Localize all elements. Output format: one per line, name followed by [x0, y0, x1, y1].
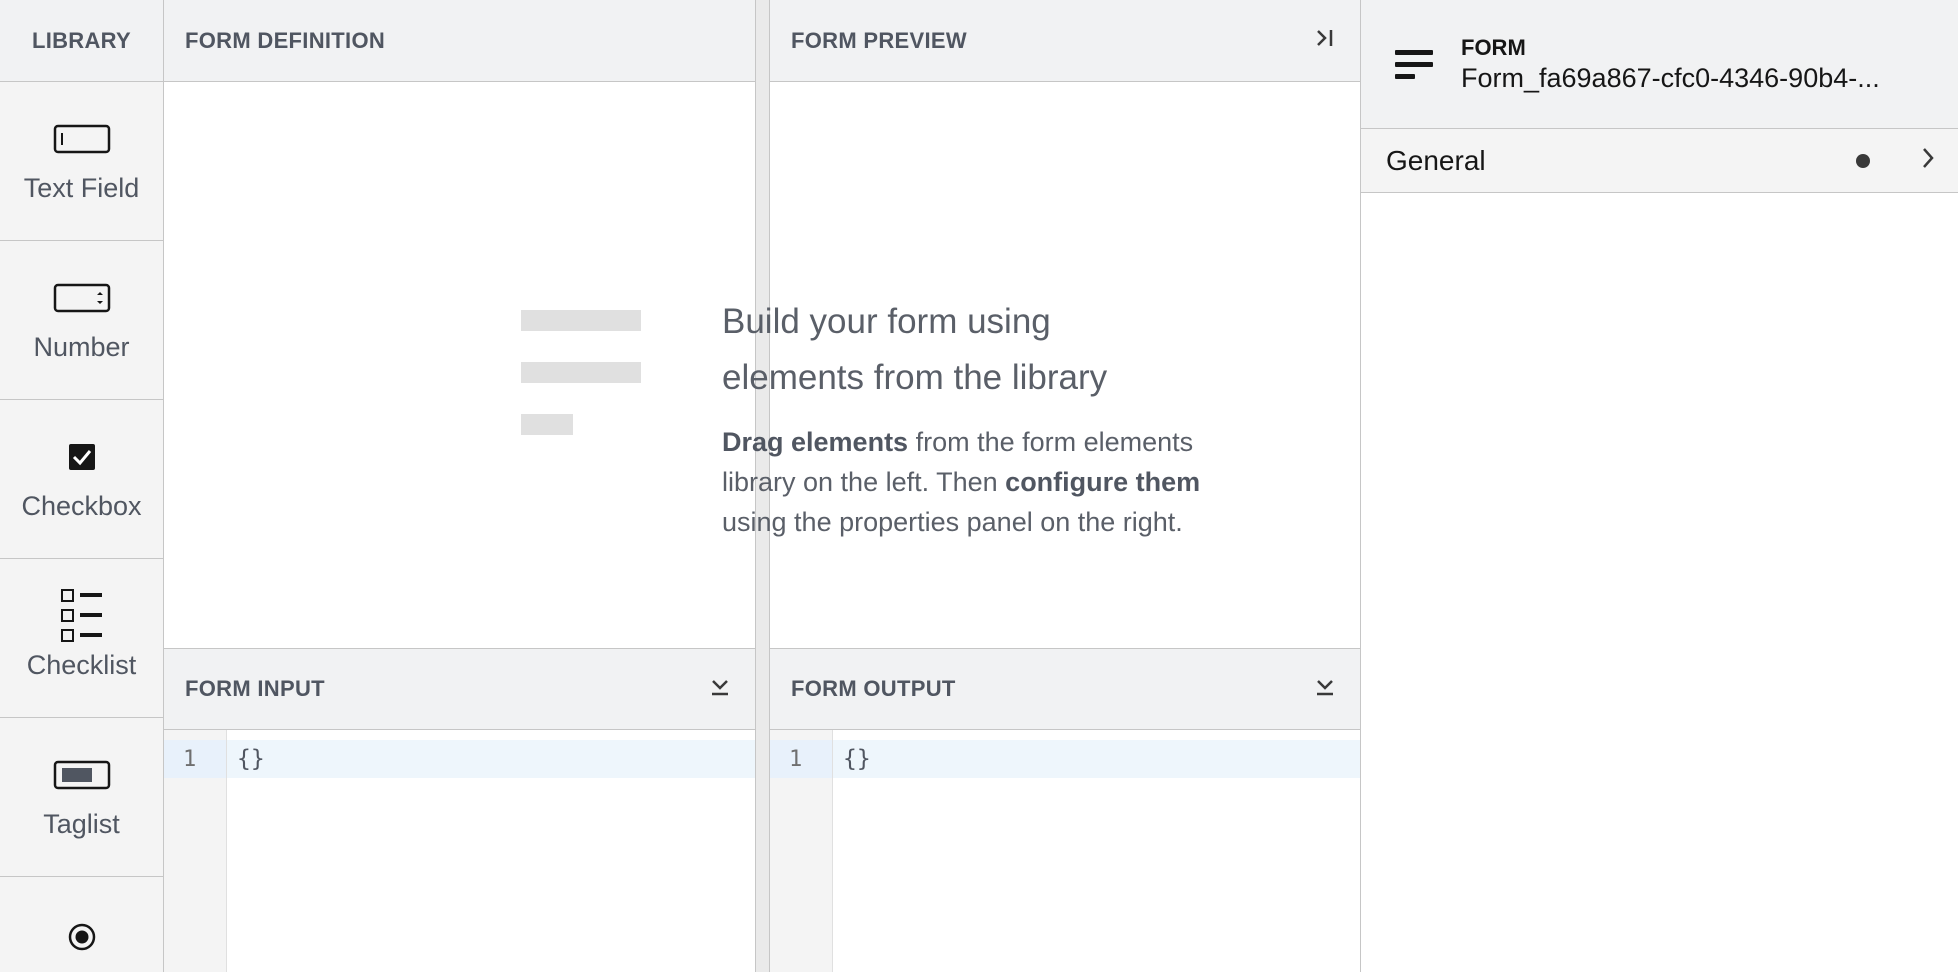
empty-state-text: using the properties panel on the right.	[722, 507, 1183, 537]
properties-header: FORM Form_fa69a867-cfc0-4346-90b4-...	[1361, 0, 1958, 129]
line-number: 1	[770, 740, 832, 778]
checkbox-icon	[68, 437, 96, 477]
library-item-label: Checklist	[26, 649, 137, 680]
library-item-taglist[interactable]: Taglist	[0, 718, 163, 877]
group-label: General	[1386, 144, 1486, 176]
properties-element-type: FORM	[1461, 34, 1526, 60]
library-item-radio[interactable]	[0, 877, 163, 972]
library-panel: LIBRARY Text Field Number Checkbox Check…	[0, 0, 164, 972]
form-definition-panel: FORM DEFINITION	[164, 0, 756, 648]
library-item-label: Taglist	[43, 808, 120, 839]
properties-panel: FORM Form_fa69a867-cfc0-4346-90b4-... Ge…	[1361, 0, 1958, 972]
properties-element-name: Form_fa69a867-cfc0-4346-90b4-...	[1461, 62, 1880, 93]
properties-group-general[interactable]: General	[1361, 129, 1958, 193]
collapse-down-icon[interactable]	[709, 674, 731, 705]
empty-state-description: Drag elements from the form elements lib…	[722, 422, 1242, 542]
collapse-right-icon[interactable]	[1314, 25, 1336, 56]
group-data-indicator	[1856, 153, 1870, 168]
form-preview-title: FORM PREVIEW	[791, 27, 967, 53]
form-input-editor[interactable]: 1 {}	[164, 730, 755, 972]
form-input-title: FORM INPUT	[185, 676, 325, 701]
library-item-number[interactable]: Number	[0, 241, 163, 400]
library-title: LIBRARY	[0, 0, 163, 82]
code-line[interactable]: {}	[833, 740, 1360, 778]
form-output-panel: FORM OUTPUT 1 {}	[770, 648, 1361, 972]
empty-state-title: Build your form using elements from the …	[722, 302, 1108, 397]
taglist-icon	[53, 755, 111, 795]
text-field-icon	[53, 119, 111, 159]
form-input-panel: FORM INPUT 1 {}	[164, 648, 756, 972]
collapse-down-icon[interactable]	[1314, 674, 1336, 705]
chevron-right-icon	[1920, 145, 1936, 177]
library-item-label: Number	[33, 331, 130, 362]
library-item-label: Checkbox	[21, 490, 142, 521]
form-icon	[1395, 49, 1435, 79]
form-output-editor[interactable]: 1 {}	[770, 730, 1360, 972]
empty-state-bold-text: configure them	[1005, 467, 1201, 497]
library-item-checkbox[interactable]: Checkbox	[0, 400, 163, 559]
checklist-icon	[60, 588, 104, 642]
empty-state-bold-text: Drag elements	[722, 427, 909, 457]
library-item-checklist[interactable]: Checklist	[0, 559, 163, 718]
empty-state-illustration	[521, 310, 641, 466]
library-item-label: Text Field	[23, 172, 140, 203]
library-item-text-field[interactable]: Text Field	[0, 82, 163, 241]
code-line[interactable]: {}	[227, 740, 755, 778]
radio-icon	[67, 917, 97, 957]
number-icon	[53, 278, 111, 318]
line-number: 1	[164, 740, 226, 778]
form-output-title: FORM OUTPUT	[791, 676, 956, 701]
form-definition-title: FORM DEFINITION	[185, 27, 386, 53]
